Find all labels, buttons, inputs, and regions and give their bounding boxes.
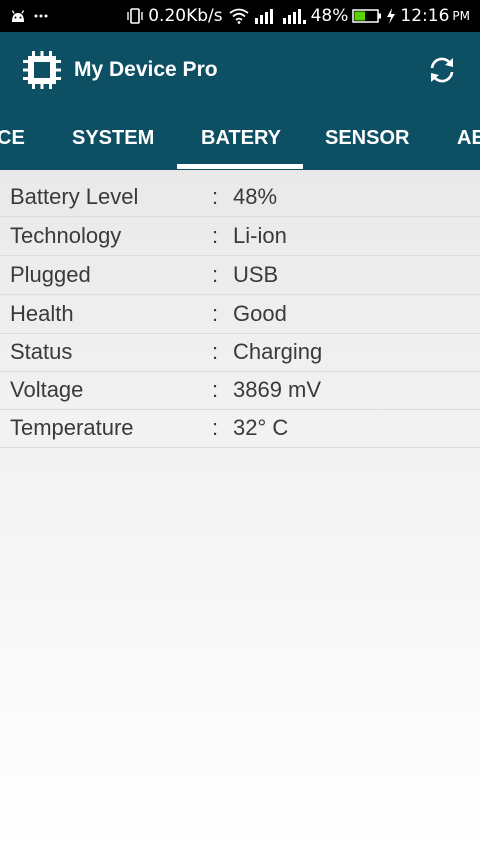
refresh-icon: [430, 57, 454, 83]
refresh-button[interactable]: [424, 52, 460, 88]
android-icon: [11, 10, 25, 22]
tab-battery[interactable]: BATERY: [201, 108, 281, 170]
info-row-health: Health : Good: [0, 295, 480, 334]
active-tab-indicator: [177, 164, 303, 169]
app-title: My Device Pro: [74, 58, 218, 81]
wifi-icon: [229, 8, 249, 24]
info-separator: :: [212, 377, 219, 402]
tab-device[interactable]: CE: [0, 108, 25, 170]
tab-sensor[interactable]: SENSOR: [325, 108, 409, 170]
signal-icon: [254, 9, 273, 24]
chip-icon: [23, 51, 61, 89]
info-label: Battery Level: [10, 184, 139, 209]
info-label: Plugged: [10, 262, 91, 287]
info-separator: :: [212, 223, 219, 248]
info-value: Good: [233, 301, 287, 326]
tab-system[interactable]: SYSTEM: [72, 108, 154, 170]
battery-icon: [352, 9, 382, 23]
battery-info-panel: Battery Level : 48% Technology : Li-ion …: [0, 170, 480, 854]
clock-ampm: PM: [452, 9, 470, 23]
info-value: USB: [233, 262, 279, 287]
info-label: Temperature: [10, 415, 134, 440]
info-value: Li-ion: [233, 223, 287, 248]
status-bar-left: [10, 7, 48, 25]
info-label: Technology: [10, 223, 122, 248]
info-label: Health: [10, 301, 74, 326]
info-separator: :: [212, 415, 219, 440]
info-label: Voltage: [10, 377, 84, 402]
info-row-temperature: Temperature : 32° C: [0, 409, 480, 448]
info-label: Status: [10, 339, 73, 364]
info-value: 32° C: [233, 415, 289, 440]
info-separator: :: [212, 184, 219, 209]
info-value: Charging: [233, 339, 323, 364]
info-row-battery-level: Battery Level : 48%: [0, 178, 480, 217]
network-speed: 0.20Kb/s: [148, 6, 223, 26]
info-row-technology: Technology : Li-ion: [0, 217, 480, 256]
info-value: 3869 mV: [233, 377, 322, 402]
info-value: 48%: [233, 184, 278, 209]
app-bar: My Device Pro: [0, 32, 480, 108]
status-bar-right: 0.20Kb/s 48% 12:16 PM: [126, 0, 470, 32]
vibrate-icon: [127, 8, 143, 24]
clock: 12:16: [400, 6, 450, 26]
info-separator: :: [212, 262, 219, 287]
charging-bolt-icon: [387, 8, 396, 24]
info-separator: :: [212, 301, 219, 326]
tab-about[interactable]: AE: [457, 108, 480, 170]
info-row-voltage: Voltage : 3869 mV: [0, 371, 480, 410]
signal-icon: [282, 9, 306, 24]
info-separator: :: [212, 339, 219, 364]
info-row-status: Status : Charging: [0, 333, 480, 372]
info-row-plugged: Plugged : USB: [0, 256, 480, 295]
more-dots-icon: [34, 14, 48, 18]
battery-percent: 48%: [310, 6, 349, 26]
tab-bar: CE SYSTEM BATERY SENSOR AE: [0, 108, 480, 170]
status-bar: 0.20Kb/s 48% 12:16 PM: [0, 0, 480, 32]
